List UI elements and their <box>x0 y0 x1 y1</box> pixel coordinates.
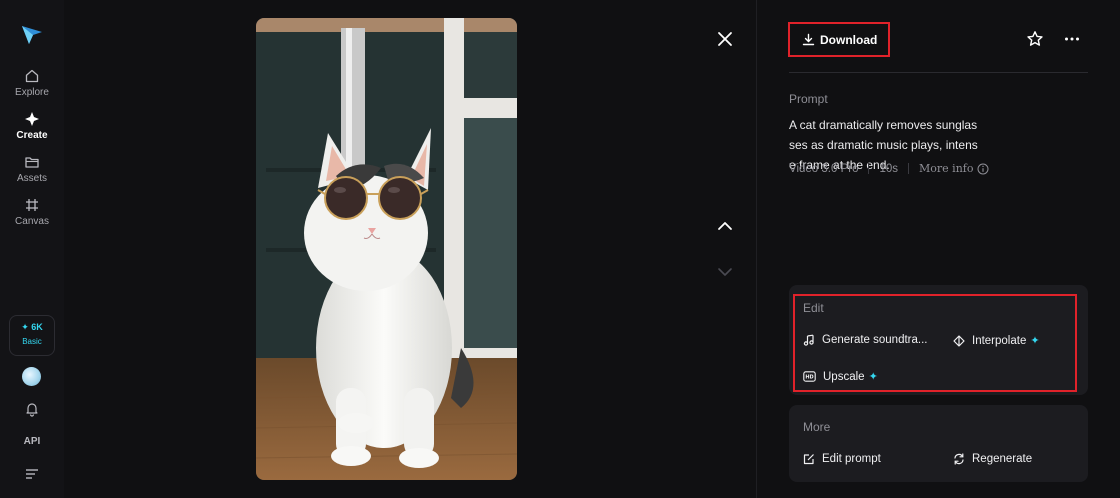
divider <box>789 72 1088 73</box>
action-label: Edit prompt <box>822 453 881 465</box>
credits-badge[interactable]: ✦ 6K Basic <box>9 315 55 356</box>
divider <box>756 0 757 498</box>
sidebar-item-canvas[interactable]: Canvas <box>0 197 64 227</box>
video-preview[interactable] <box>256 18 517 480</box>
credits-value: 6K <box>31 322 43 332</box>
duration: 10s <box>879 162 899 175</box>
canvas-icon <box>26 199 38 211</box>
sidebar-item-label: Canvas <box>15 216 49 227</box>
sidebar-item-label: Assets <box>16 173 47 184</box>
regenerate-button[interactable]: Regenerate <box>953 453 1032 465</box>
action-label: Regenerate <box>972 453 1033 465</box>
prompt-label: Prompt <box>789 92 828 106</box>
close-icon[interactable] <box>716 30 734 48</box>
folder-icon <box>25 157 39 168</box>
sidebar: Explore Create Assets Canvas ✦ 6K Basic … <box>0 0 64 498</box>
more-section: More Edit prompt Regenerate <box>789 405 1088 482</box>
info-icon <box>977 163 989 174</box>
home-icon <box>25 69 39 83</box>
bell-icon[interactable] <box>24 401 40 422</box>
chevron-down-icon[interactable] <box>716 265 734 284</box>
section-title: More <box>803 420 831 434</box>
more-options-icon[interactable] <box>1063 30 1081 53</box>
more-info-label: More info <box>919 162 974 175</box>
sparkle-icon: ✦ <box>21 322 29 332</box>
chevron-up-icon[interactable] <box>716 219 734 238</box>
avatar[interactable] <box>22 367 41 386</box>
menu-icon[interactable] <box>24 467 40 486</box>
edit-prompt-icon <box>803 454 814 465</box>
logo-icon[interactable] <box>20 22 44 46</box>
generation-meta: Video 3.0 Pro 10s More info <box>789 162 989 175</box>
sparkle-icon <box>25 112 39 126</box>
sidebar-item-label: Create <box>16 130 48 141</box>
api-link[interactable]: API <box>0 436 64 447</box>
sidebar-item-explore[interactable]: Explore <box>0 68 64 98</box>
star-icon[interactable] <box>1026 30 1044 53</box>
cat-image <box>256 18 517 480</box>
download-label: Download <box>820 32 878 47</box>
model-name: Video 3.0 Pro <box>789 162 859 175</box>
edit-highlight-box <box>793 294 1077 392</box>
download-icon <box>802 33 815 46</box>
plan-label: Basic <box>22 337 42 346</box>
download-button[interactable]: Download <box>788 22 890 57</box>
sidebar-item-assets[interactable]: Assets <box>0 154 64 184</box>
sidebar-item-create[interactable]: Create <box>0 111 64 141</box>
edit-prompt-button[interactable]: Edit prompt <box>803 453 881 465</box>
more-info-link[interactable]: More info <box>919 162 989 175</box>
regenerate-icon <box>954 453 964 465</box>
sidebar-item-label: Explore <box>15 87 49 98</box>
